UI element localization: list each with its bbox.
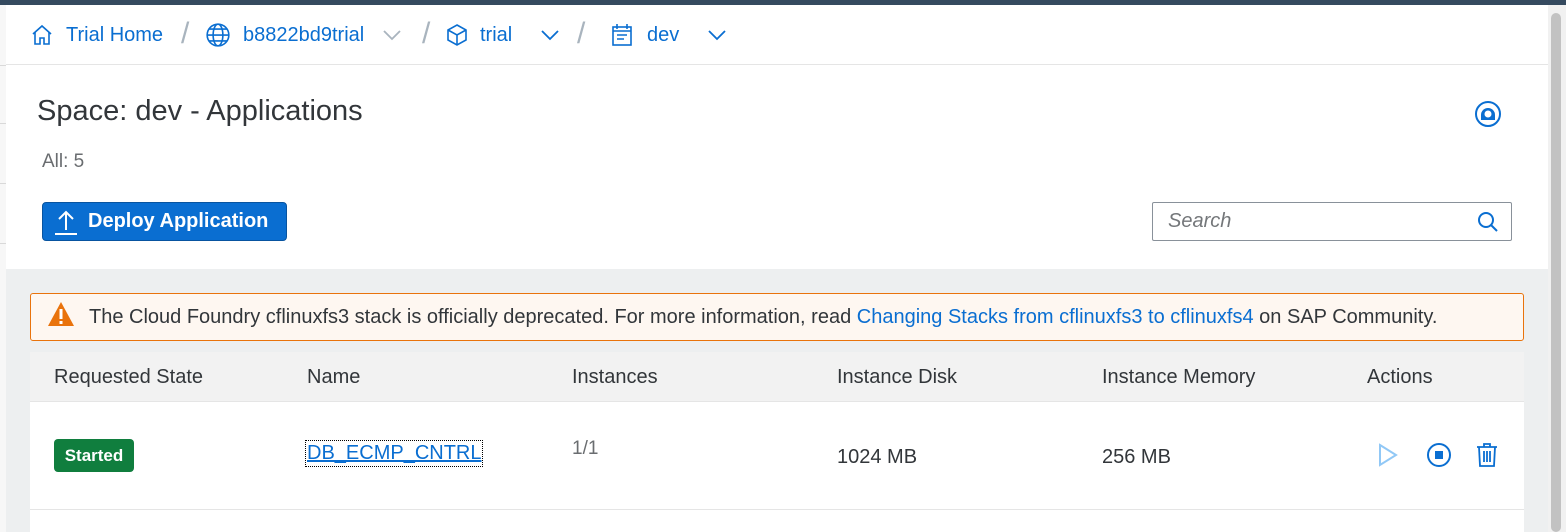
breadcrumb-label: Trial Home xyxy=(66,23,164,46)
upload-icon xyxy=(55,210,77,235)
stop-icon xyxy=(1427,443,1451,467)
table-row[interactable]: Started DB_ECMP_CNTRL 1/1 1024 MB 256 MB xyxy=(30,402,1524,510)
column-header-instances[interactable]: Instances xyxy=(572,366,658,389)
status-badge: Started xyxy=(54,439,134,472)
globe-icon xyxy=(205,22,231,48)
banner-text-after: on SAP Community. xyxy=(1253,305,1438,328)
search-field[interactable] xyxy=(1152,202,1512,241)
page-title: Space: dev - Applications xyxy=(37,95,363,127)
chevron-down-icon[interactable] xyxy=(382,29,402,41)
chevron-down-icon[interactable] xyxy=(707,29,727,41)
column-header-requested-state[interactable]: Requested State xyxy=(54,366,203,389)
cube-icon xyxy=(446,23,468,47)
delete-button[interactable] xyxy=(1475,442,1499,473)
deploy-application-button[interactable]: Deploy Application xyxy=(42,202,287,241)
scrollbar-thumb[interactable] xyxy=(1551,13,1561,532)
space-icon xyxy=(611,23,633,47)
refresh-button[interactable] xyxy=(1474,100,1502,133)
breadcrumb-item-subaccount[interactable]: b8822bd9trial xyxy=(205,21,402,49)
instances-value: 1/1 xyxy=(572,438,599,459)
instance-memory-value: 256 MB xyxy=(1102,446,1171,468)
search-icon[interactable] xyxy=(1477,211,1499,238)
column-header-actions: Actions xyxy=(1367,366,1433,388)
breadcrumb-item-space[interactable]: dev xyxy=(611,21,727,49)
breadcrumb-item-org[interactable]: trial xyxy=(446,21,560,49)
breadcrumb-separator: / xyxy=(422,17,431,50)
column-header-name[interactable]: Name xyxy=(307,366,360,389)
deploy-application-label: Deploy Application xyxy=(88,210,269,232)
chevron-down-icon[interactable] xyxy=(540,29,560,41)
play-icon xyxy=(1379,443,1398,467)
content-area: Trial Home / b8822bd9trial / trial / dev… xyxy=(6,5,1548,532)
start-button[interactable] xyxy=(1376,442,1400,473)
column-header-instance-memory[interactable]: Instance Memory xyxy=(1102,366,1255,389)
breadcrumb-label: dev xyxy=(647,23,680,46)
trash-icon xyxy=(1477,443,1497,467)
breadcrumb-separator: / xyxy=(181,17,190,50)
page-header: Trial Home / b8822bd9trial / trial / dev… xyxy=(6,5,1548,269)
home-icon xyxy=(30,23,54,47)
applications-table: Requested State Name Instances Instance … xyxy=(30,352,1524,532)
breadcrumb-label: b8822bd9trial xyxy=(243,23,365,46)
banner-text: The Cloud Foundry cflinuxfs3 stack is of… xyxy=(89,305,857,328)
column-header-instance-disk[interactable]: Instance Disk xyxy=(837,366,957,389)
breadcrumb-item-trial-home[interactable]: Trial Home xyxy=(30,21,163,49)
changing-stacks-link[interactable]: Changing Stacks from cflinuxfs3 to cflin… xyxy=(857,306,1254,329)
deprecation-warning-banner: The Cloud Foundry cflinuxfs3 stack is of… xyxy=(30,293,1524,341)
search-input[interactable] xyxy=(1153,203,1463,240)
instance-disk-value: 1024 MB xyxy=(837,446,918,468)
stop-button[interactable] xyxy=(1426,442,1452,473)
refresh-icon xyxy=(1475,101,1501,127)
warning-icon xyxy=(47,301,75,333)
breadcrumb: Trial Home / b8822bd9trial / trial / dev xyxy=(6,5,1548,65)
application-name-link[interactable]: DB_ECMP_CNTRL xyxy=(304,440,484,467)
vertical-scrollbar[interactable] xyxy=(1548,5,1566,532)
breadcrumb-separator: / xyxy=(577,17,586,50)
application-count: All: 5 xyxy=(42,151,85,172)
breadcrumb-label: trial xyxy=(480,23,513,46)
table-header: Requested State Name Instances Instance … xyxy=(30,352,1524,402)
